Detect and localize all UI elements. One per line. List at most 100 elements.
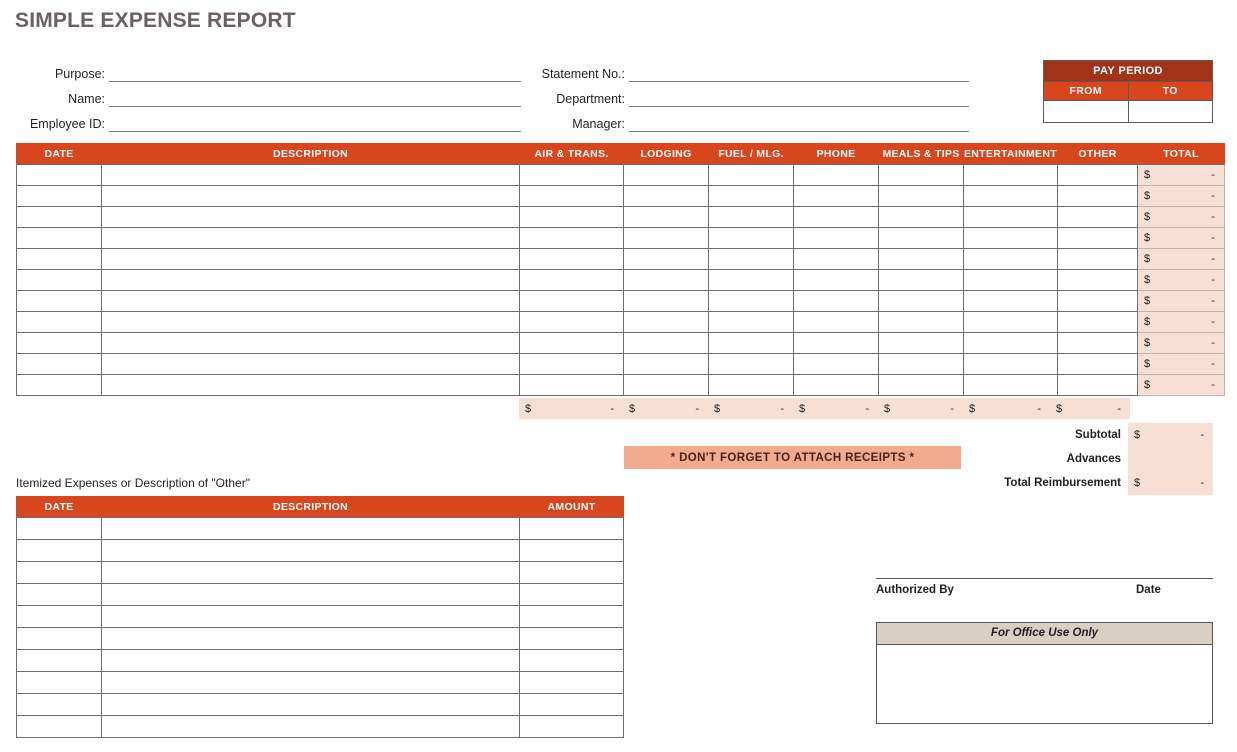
expense-cell-lodging[interactable] (623, 374, 709, 396)
expense-cell-fuel[interactable] (708, 227, 794, 249)
itemized-cell-description[interactable] (101, 715, 520, 738)
expense-cell-air[interactable] (519, 332, 624, 354)
itemized-cell-description[interactable] (101, 605, 520, 628)
expense-cell-description[interactable] (101, 374, 520, 396)
expense-cell-meals[interactable] (878, 206, 964, 228)
office-use-notes[interactable] (877, 645, 1212, 723)
itemized-cell-date[interactable] (16, 649, 102, 672)
expense-cell-phone[interactable] (793, 227, 879, 249)
itemized-cell-amount[interactable] (519, 627, 624, 650)
expense-cell-fuel[interactable] (708, 290, 794, 312)
expense-cell-entertainment[interactable] (963, 269, 1058, 291)
expense-cell-entertainment[interactable] (963, 206, 1058, 228)
itemized-cell-description[interactable] (101, 539, 520, 562)
itemized-cell-description[interactable] (101, 649, 520, 672)
expense-cell-entertainment[interactable] (963, 185, 1058, 207)
expense-cell-description[interactable] (101, 332, 520, 354)
expense-cell-meals[interactable] (878, 164, 964, 186)
expense-cell-date[interactable] (16, 164, 102, 186)
expense-cell-date[interactable] (16, 248, 102, 270)
expense-cell-description[interactable] (101, 269, 520, 291)
expense-cell-description[interactable] (101, 248, 520, 270)
expense-cell-lodging[interactable] (623, 353, 709, 375)
expense-cell-meals[interactable] (878, 185, 964, 207)
purpose-input[interactable] (109, 65, 521, 82)
expense-cell-phone[interactable] (793, 374, 879, 396)
itemized-cell-date[interactable] (16, 583, 102, 606)
subtotal-value[interactable]: $ - (1128, 423, 1213, 447)
expense-cell-entertainment[interactable] (963, 164, 1058, 186)
expense-cell-lodging[interactable] (623, 164, 709, 186)
expense-cell-meals[interactable] (878, 269, 964, 291)
itemized-cell-description[interactable] (101, 517, 520, 540)
itemized-cell-amount[interactable] (519, 649, 624, 672)
manager-input[interactable] (629, 115, 969, 132)
expense-cell-other[interactable] (1056, 332, 1138, 354)
expense-cell-lodging[interactable] (623, 311, 709, 333)
expense-cell-phone[interactable] (793, 185, 879, 207)
itemized-cell-amount[interactable] (519, 693, 624, 716)
expense-cell-phone[interactable] (793, 248, 879, 270)
expense-cell-lodging[interactable] (623, 206, 709, 228)
expense-cell-fuel[interactable] (708, 311, 794, 333)
expense-cell-other[interactable] (1056, 227, 1138, 249)
itemized-cell-amount[interactable] (519, 539, 624, 562)
itemized-cell-description[interactable] (101, 671, 520, 694)
statement-no-input[interactable] (629, 65, 969, 82)
itemized-cell-description[interactable] (101, 583, 520, 606)
expense-cell-description[interactable] (101, 206, 520, 228)
expense-cell-description[interactable] (101, 353, 520, 375)
pay-period-from-input[interactable] (1044, 100, 1128, 122)
expense-cell-description[interactable] (101, 311, 520, 333)
expense-cell-phone[interactable] (793, 206, 879, 228)
expense-cell-date[interactable] (16, 332, 102, 354)
expense-cell-description[interactable] (101, 290, 520, 312)
expense-cell-fuel[interactable] (708, 374, 794, 396)
itemized-cell-amount[interactable] (519, 671, 624, 694)
expense-cell-date[interactable] (16, 290, 102, 312)
expense-cell-meals[interactable] (878, 353, 964, 375)
expense-cell-other[interactable] (1056, 353, 1138, 375)
expense-cell-entertainment[interactable] (963, 332, 1058, 354)
expense-cell-fuel[interactable] (708, 353, 794, 375)
expense-cell-date[interactable] (16, 353, 102, 375)
expense-cell-meals[interactable] (878, 290, 964, 312)
expense-cell-fuel[interactable] (708, 248, 794, 270)
expense-cell-date[interactable] (16, 311, 102, 333)
expense-cell-fuel[interactable] (708, 332, 794, 354)
expense-cell-date[interactable] (16, 227, 102, 249)
expense-cell-date[interactable] (16, 374, 102, 396)
expense-cell-meals[interactable] (878, 311, 964, 333)
itemized-cell-date[interactable] (16, 561, 102, 584)
expense-cell-date[interactable] (16, 269, 102, 291)
expense-cell-air[interactable] (519, 374, 624, 396)
expense-cell-meals[interactable] (878, 374, 964, 396)
itemized-cell-date[interactable] (16, 539, 102, 562)
name-input[interactable] (109, 90, 521, 107)
itemized-cell-amount[interactable] (519, 517, 624, 540)
expense-cell-entertainment[interactable] (963, 248, 1058, 270)
expense-cell-phone[interactable] (793, 311, 879, 333)
itemized-cell-date[interactable] (16, 605, 102, 628)
itemized-cell-amount[interactable] (519, 605, 624, 628)
expense-cell-meals[interactable] (878, 227, 964, 249)
itemized-cell-date[interactable] (16, 627, 102, 650)
expense-cell-air[interactable] (519, 248, 624, 270)
expense-cell-other[interactable] (1056, 185, 1138, 207)
expense-cell-air[interactable] (519, 206, 624, 228)
expense-cell-date[interactable] (16, 206, 102, 228)
employee-id-input[interactable] (109, 115, 521, 132)
expense-cell-entertainment[interactable] (963, 374, 1058, 396)
itemized-cell-date[interactable] (16, 517, 102, 540)
expense-cell-fuel[interactable] (708, 164, 794, 186)
itemized-cell-amount[interactable] (519, 583, 624, 606)
itemized-cell-description[interactable] (101, 627, 520, 650)
itemized-cell-date[interactable] (16, 715, 102, 738)
expense-cell-other[interactable] (1056, 290, 1138, 312)
expense-cell-entertainment[interactable] (963, 311, 1058, 333)
expense-cell-other[interactable] (1056, 248, 1138, 270)
expense-cell-description[interactable] (101, 227, 520, 249)
pay-period-to-input[interactable] (1127, 100, 1212, 122)
expense-cell-air[interactable] (519, 269, 624, 291)
expense-cell-fuel[interactable] (708, 206, 794, 228)
